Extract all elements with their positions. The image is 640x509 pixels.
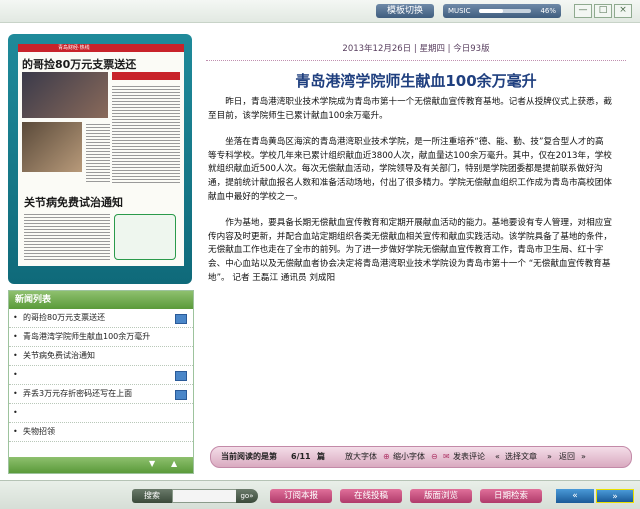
bullet-icon: • bbox=[13, 389, 18, 398]
music-volume-text: 46% bbox=[540, 7, 556, 15]
thumbnail-advert bbox=[114, 214, 176, 260]
article-title: 青岛港湾学院师生献血100余万毫升 bbox=[295, 72, 537, 90]
news-list-item[interactable]: • 失物招领 bbox=[9, 423, 193, 442]
news-list-item-label: 的哥捡80万元支票送还 bbox=[23, 313, 106, 322]
article-paragraph: 昨日，青岛港湾职业技术学院成为青岛市第十一个无偿献血宣传教育基地。记者从授牌仪式… bbox=[208, 97, 612, 121]
date-divider bbox=[206, 60, 626, 61]
select-article-button[interactable]: 选择文章 bbox=[505, 447, 537, 467]
news-list-item[interactable]: • 青岛港湾学院师生献血100余万毫升 bbox=[9, 328, 193, 347]
scroll-down-icon[interactable]: ▼ bbox=[149, 459, 155, 468]
subscribe-button[interactable]: 订阅本报 bbox=[270, 489, 332, 503]
date-separator: | bbox=[447, 44, 451, 54]
news-list-item-label: 关节病免费试治通知 bbox=[23, 351, 95, 360]
news-list-footer: ▼ ▲ bbox=[9, 457, 193, 473]
current-reading-page: 6/11 bbox=[291, 452, 311, 461]
news-list-header: 新闻列表 bbox=[9, 291, 193, 309]
picture-icon bbox=[175, 390, 187, 400]
news-list-item[interactable]: • bbox=[9, 404, 193, 423]
current-reading-prefix: 当前阅读的是第 bbox=[221, 452, 277, 461]
page-thumbnail-panel: 青岛财经·热线 的哥捡80万元支票送还 关节病免费试治通知 ⟳ bbox=[8, 34, 192, 316]
newspaper-page-thumbnail[interactable]: 青岛财经·热线 的哥捡80万元支票送还 关节病免费试治通知 bbox=[18, 44, 184, 266]
news-list-item[interactable]: • 关节病免费试治通知 bbox=[9, 347, 193, 366]
date-separator: | bbox=[413, 44, 417, 54]
article-body: 昨日，青岛港湾职业技术学院成为青岛市第十一个无偿献血宣传教育基地。记者从授牌仪式… bbox=[208, 96, 612, 414]
comment-button[interactable]: 发表评论 bbox=[453, 447, 485, 467]
search-go-button[interactable]: go» bbox=[236, 489, 258, 503]
thumbnail-red-bar bbox=[112, 72, 180, 80]
template-switch-button[interactable]: 模板切换 bbox=[376, 4, 434, 18]
layout-view-button[interactable]: 版面浏览 bbox=[410, 489, 472, 503]
date-search-button[interactable]: 日期检索 bbox=[480, 489, 542, 503]
back-button[interactable]: 返回 bbox=[559, 447, 575, 467]
news-list-item[interactable]: • bbox=[9, 366, 193, 385]
zoom-out-icon[interactable]: ⊖ bbox=[431, 447, 438, 467]
submit-online-button[interactable]: 在线投稿 bbox=[340, 489, 402, 503]
picture-icon bbox=[175, 371, 187, 381]
thumbnail-headline-2: 关节病免费试治通知 bbox=[24, 196, 123, 209]
thumbnail-text-column bbox=[86, 122, 110, 182]
music-volume-fill bbox=[479, 9, 503, 13]
issue-weekday: 星期四 bbox=[419, 44, 445, 54]
issue-date: 2013年12月26日 bbox=[342, 44, 412, 54]
article-area: 2013年12月26日 | 星期四 | 今日93版 青岛港湾学院师生献血100余… bbox=[200, 34, 632, 474]
news-list-item-label: 弄丢3万元存折密码还写在上面 bbox=[23, 389, 133, 398]
select-article-arrow-icon[interactable]: » bbox=[547, 447, 552, 467]
reading-toolbar: 当前阅读的是第 6/11 篇 放大字体 ⊕ 缩小字体 ⊖ ✉ 发表评论 « 选择… bbox=[210, 446, 632, 468]
music-volume-control[interactable]: MUSIC 46% bbox=[443, 4, 561, 18]
news-list-item-label: 失物招领 bbox=[23, 427, 55, 436]
next-page-button[interactable]: » bbox=[596, 489, 634, 503]
thumbnail-masthead: 青岛财经·热线 bbox=[18, 44, 184, 52]
font-larger-button[interactable]: 放大字体 bbox=[345, 447, 377, 467]
article-paragraph: 坐落在青岛黄岛区海滨的青岛港湾职业技术学院，是一所注重培养“德、能、勤、技”复合… bbox=[208, 137, 612, 202]
scroll-up-icon[interactable]: ▲ bbox=[171, 459, 177, 468]
bullet-icon: • bbox=[13, 351, 18, 360]
thumbnail-headline: 的哥捡80万元支票送还 bbox=[22, 58, 137, 71]
thumbnail-photo-2 bbox=[22, 122, 82, 172]
prev-page-button[interactable]: « bbox=[556, 489, 594, 503]
thumbnail-masthead-text: 青岛财经·热线 bbox=[58, 45, 90, 51]
news-list-item[interactable]: • 的哥捡80万元支票送还 bbox=[9, 309, 193, 328]
news-list-item[interactable]: • 弄丢3万元存折密码还写在上面 bbox=[9, 385, 193, 404]
news-list-panel: 新闻列表 • 的哥捡80万元支票送还 • 青岛港湾学院师生献血100余万毫升 •… bbox=[8, 290, 194, 474]
minimize-button[interactable]: — bbox=[574, 4, 592, 18]
news-list-item-label: 青岛港湾学院师生献血100余万毫升 bbox=[23, 332, 151, 341]
picture-icon bbox=[175, 314, 187, 324]
bullet-icon: • bbox=[13, 313, 18, 322]
close-button[interactable]: × bbox=[614, 4, 632, 18]
search-input[interactable] bbox=[172, 489, 240, 503]
current-reading-suffix: 篇 bbox=[317, 452, 325, 461]
thumbnail-text-column bbox=[112, 84, 180, 184]
comment-icon[interactable]: ✉ bbox=[443, 447, 450, 467]
bullet-icon: • bbox=[13, 408, 18, 417]
music-volume-slider[interactable] bbox=[479, 9, 531, 13]
font-smaller-button[interactable]: 缩小字体 bbox=[393, 447, 425, 467]
search-label: 搜索 bbox=[132, 489, 172, 503]
bullet-icon: • bbox=[13, 370, 18, 379]
thumbnail-photo bbox=[22, 72, 108, 118]
top-toolbar: 模板切换 MUSIC 46% — □ × bbox=[0, 0, 640, 23]
music-label: MUSIC bbox=[448, 7, 471, 15]
bullet-icon: • bbox=[13, 332, 18, 341]
zoom-in-icon[interactable]: ⊕ bbox=[383, 447, 390, 467]
issue-date-line: 2013年12月26日 | 星期四 | 今日93版 bbox=[200, 42, 632, 54]
maximize-button[interactable]: □ bbox=[594, 4, 612, 18]
issue-edition: 今日93版 bbox=[453, 44, 490, 54]
select-article-arrow-icon[interactable]: « bbox=[495, 447, 500, 467]
article-paragraph: 作为基地，要具备长期无偿献血宣传教育和定期开展献血活动的能力。基地要设有专人管理… bbox=[208, 218, 612, 283]
thumbnail-text-column bbox=[24, 212, 110, 262]
back-arrow-icon[interactable]: » bbox=[581, 447, 586, 467]
bullet-icon: • bbox=[13, 427, 18, 436]
